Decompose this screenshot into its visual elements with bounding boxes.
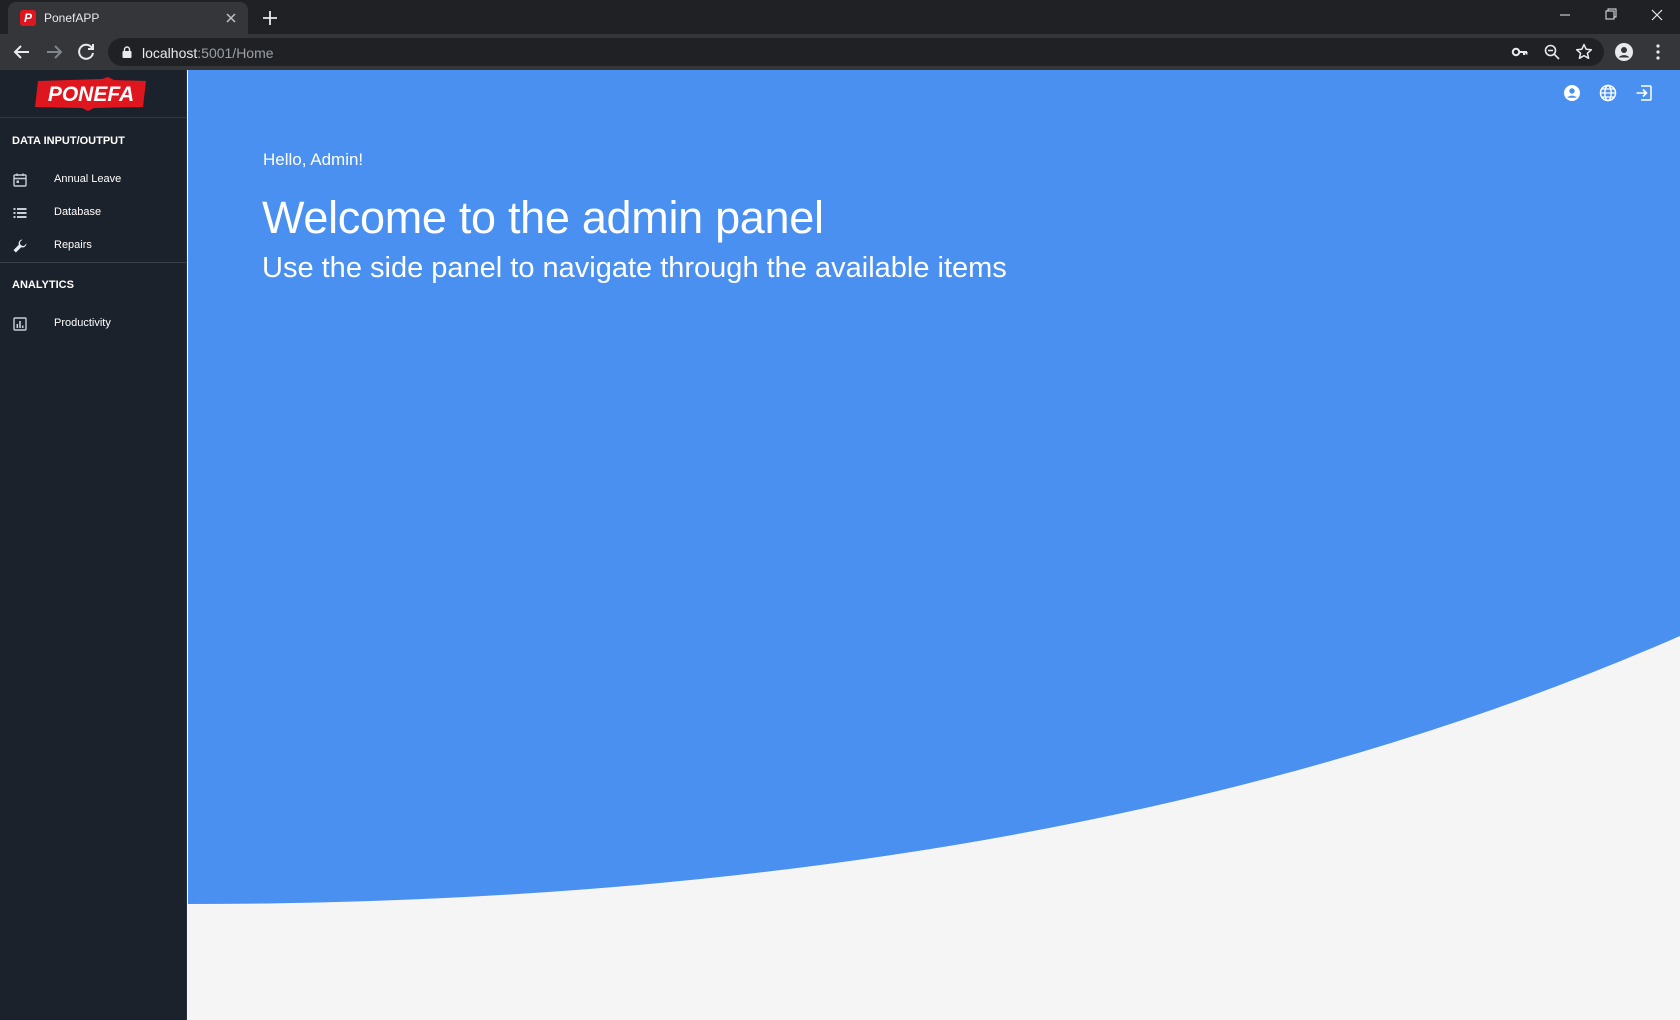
restore-icon[interactable] [1588,0,1634,30]
key-icon[interactable] [1510,42,1530,62]
logout-icon[interactable] [1634,83,1654,103]
page-viewport: PONEFA DATA INPUT/OUTPUT Annual Leave Da… [0,70,1680,1020]
close-window-icon[interactable] [1634,0,1680,30]
browser-toolbar: localhost:5001/Home [0,34,1680,70]
sidebar-item-productivity[interactable]: Productivity [0,309,186,339]
page-subtitle: Use the side panel to navigate through t… [262,252,1007,284]
sidebar-item-label: Annual Leave [54,173,122,185]
zoom-out-icon[interactable] [1542,42,1562,62]
close-tab-icon[interactable] [222,9,240,27]
sidebar-item-label: Productivity [54,317,111,329]
account-icon[interactable] [1562,83,1582,103]
greeting-text: Hello, Admin! [263,150,364,169]
tab-title: PonefAPP [44,11,100,25]
url-path: :5001/Home [197,45,274,61]
bookmark-star-icon[interactable] [1574,42,1594,62]
globe-icon[interactable] [1598,83,1618,103]
menu-kebab-icon[interactable] [1648,42,1668,62]
sidebar-item-label: Database [54,206,102,218]
browser-tabstrip: P PonefAPP [0,0,1680,34]
url-text[interactable]: localhost:5001/Home [142,45,274,61]
ponefa-logo[interactable]: PONEFA [32,77,150,111]
wrench-icon [13,239,27,253]
chart-icon [13,317,27,331]
back-arrow-icon[interactable] [10,40,34,64]
address-bar[interactable]: localhost:5001/Home [108,38,1604,66]
sidebar-item-database[interactable]: Database [0,198,186,228]
list-icon [13,208,27,218]
favicon-icon: P [20,10,36,26]
lock-icon[interactable] [120,45,134,59]
sidebar-item-label: Repairs [54,239,92,251]
main-content: Hello, Admin! Welcome to the admin panel… [188,70,1680,1020]
profile-icon[interactable] [1614,42,1634,62]
calendar-icon [13,173,27,187]
section-title-analytics: ANALYTICS [12,279,74,291]
new-tab-icon[interactable] [258,6,282,30]
reload-icon[interactable] [74,40,98,64]
section-title-data-input-output: DATA INPUT/OUTPUT [12,135,125,147]
page-title: Welcome to the admin panel [262,192,824,243]
minimize-icon[interactable] [1542,0,1588,30]
sidebar: PONEFA DATA INPUT/OUTPUT Annual Leave Da… [0,70,187,1020]
browser-tab[interactable]: P PonefAPP [8,2,248,34]
logo-text: PONEFA [48,83,134,106]
url-host: localhost [142,45,198,61]
sidebar-divider [0,262,186,263]
brand-header: PONEFA [0,70,187,118]
forward-arrow-icon[interactable] [42,40,66,64]
sidebar-item-annual-leave[interactable]: Annual Leave [0,165,186,195]
sidebar-item-repairs[interactable]: Repairs [0,231,186,261]
